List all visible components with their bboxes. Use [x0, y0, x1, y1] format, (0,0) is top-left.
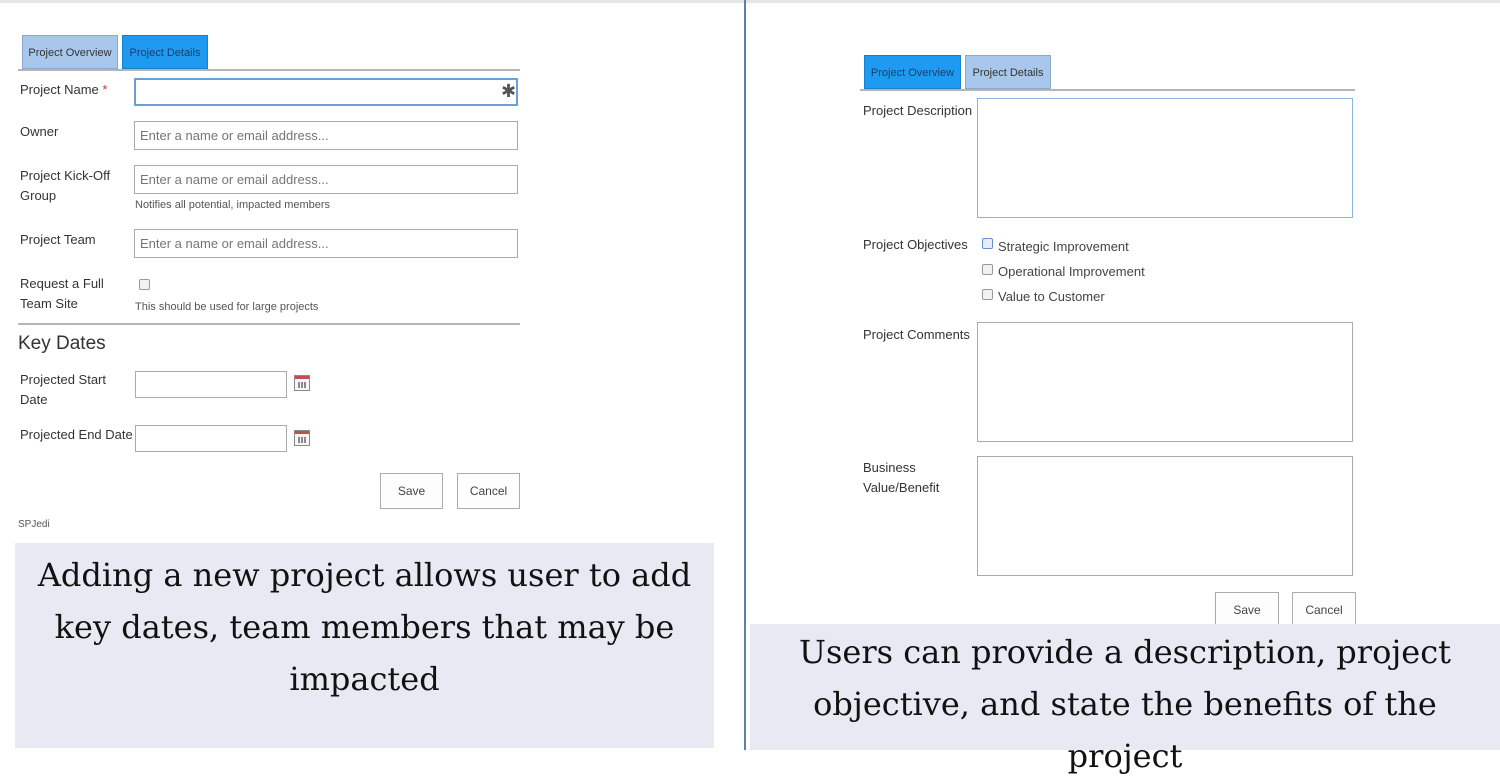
- required-mark: *: [102, 82, 108, 97]
- start-date-input[interactable]: [135, 371, 287, 398]
- full-team-site-hint: This should be used for large projects: [135, 301, 319, 313]
- project-team-input[interactable]: [134, 229, 518, 258]
- end-date-label: Projected End Date: [20, 427, 133, 442]
- description-label: Project Description: [863, 103, 973, 118]
- kickoff-group-label: Project Kick-Off Group: [20, 168, 111, 203]
- tab-project-overview[interactable]: Project Overview: [22, 35, 118, 69]
- kickoff-group-input[interactable]: [134, 165, 518, 194]
- full-team-site-checkbox[interactable]: [139, 279, 150, 290]
- objective-strategic-label: Strategic Improvement: [998, 239, 1129, 254]
- end-calendar-icon[interactable]: [294, 430, 310, 446]
- tab-underline: [18, 69, 520, 71]
- objective-operational-checkbox[interactable]: [982, 264, 993, 275]
- start-date-label: Projected Start Date: [20, 372, 106, 407]
- objectives-label: Project Objectives: [863, 237, 968, 252]
- footer-brand: SPJedi: [18, 519, 50, 530]
- tab-project-details[interactable]: Project Details: [965, 55, 1051, 89]
- objective-operational-label: Operational Improvement: [998, 264, 1145, 279]
- right-caption: Users can provide a description, project…: [750, 624, 1500, 775]
- project-name-input[interactable]: [134, 78, 518, 106]
- business-value-label: Business Value/Benefit: [863, 460, 940, 495]
- description-textarea[interactable]: [977, 98, 1353, 218]
- project-details-form-panel: Project Overview Project Details Project…: [748, 0, 1500, 775]
- left-caption: Adding a new project allows user to add …: [15, 543, 714, 748]
- section-divider: [18, 323, 520, 325]
- start-calendar-icon[interactable]: [294, 375, 310, 391]
- panel-divider: [744, 0, 746, 750]
- tab-project-details[interactable]: Project Details: [122, 35, 208, 69]
- cancel-button[interactable]: Cancel: [1292, 592, 1356, 628]
- objective-customer-checkbox[interactable]: [982, 289, 993, 300]
- objective-strategic-checkbox[interactable]: [982, 238, 993, 249]
- comments-textarea[interactable]: [977, 322, 1353, 442]
- owner-input[interactable]: [134, 121, 518, 150]
- end-date-input[interactable]: [135, 425, 287, 452]
- cancel-button[interactable]: Cancel: [457, 473, 520, 509]
- required-asterisk-icon: ✱: [501, 81, 517, 101]
- owner-label: Owner: [20, 124, 59, 139]
- project-team-label: Project Team: [20, 232, 96, 247]
- save-button[interactable]: Save: [380, 473, 443, 509]
- comments-label: Project Comments: [863, 327, 970, 342]
- objective-customer-label: Value to Customer: [998, 289, 1105, 304]
- tab-underline: [860, 89, 1355, 91]
- kickoff-hint: Notifies all potential, impacted members: [135, 199, 331, 211]
- full-team-site-label: Request a Full Team Site: [20, 276, 104, 311]
- business-value-textarea[interactable]: [977, 456, 1353, 576]
- tab-project-overview[interactable]: Project Overview: [864, 55, 961, 89]
- save-button[interactable]: Save: [1215, 592, 1279, 628]
- key-dates-heading: Key Dates: [18, 333, 106, 354]
- new-project-form-panel: Project Overview Project Details Project…: [0, 0, 744, 750]
- project-name-label: Project Name *: [20, 82, 108, 97]
